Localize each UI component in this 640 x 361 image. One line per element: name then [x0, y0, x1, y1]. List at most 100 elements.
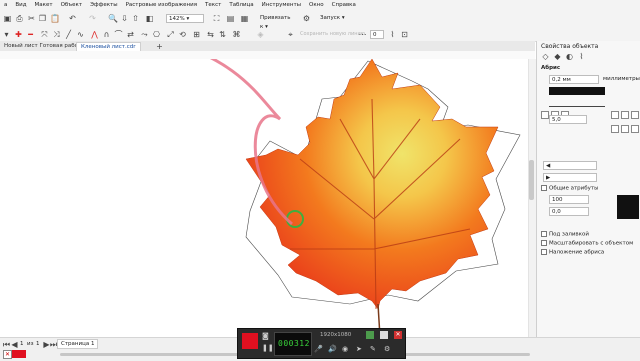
curve-smoothness-stepper[interactable]: 0	[370, 30, 384, 39]
rulers-icon[interactable]: ▤	[226, 14, 235, 23]
common-attrs-row[interactable]: Общие атрибуты	[541, 185, 598, 192]
menu-effects[interactable]: Эффекты	[86, 2, 122, 8]
position-outside-icon[interactable]	[611, 125, 619, 133]
stretch-nodes-icon[interactable]: ⤢	[166, 30, 175, 39]
copy-icon[interactable]: ❐	[38, 14, 47, 23]
search-icon[interactable]: 🔍	[108, 14, 118, 23]
window-region-icon[interactable]	[380, 331, 388, 339]
menu-view[interactable]: Вид	[11, 2, 30, 8]
menu-bitmaps[interactable]: Растровые изображения	[122, 2, 201, 8]
snap-to-dropdown[interactable]: Привязать к ▾	[258, 14, 296, 30]
reduce-nodes-icon[interactable]: ⋯	[358, 30, 367, 39]
settings-icon[interactable]: ⚙	[384, 345, 390, 353]
close-recorder-icon[interactable]: ✕	[394, 331, 402, 339]
start-arrow-dropdown[interactable]: ◀	[543, 161, 597, 170]
smoothing-icon[interactable]: ⌇	[388, 30, 397, 39]
extend-curve-icon[interactable]: ⤳	[140, 30, 149, 39]
end-arrow-dropdown[interactable]: ▶	[543, 173, 597, 182]
line-style-picker[interactable]	[549, 99, 605, 107]
menu-object[interactable]: Объект	[57, 2, 87, 8]
align-nodes-icon[interactable]: ⊞	[192, 30, 201, 39]
behind-fill-row[interactable]: Под заливкой	[541, 231, 589, 238]
outline-color-picker[interactable]	[549, 87, 605, 95]
add-node-icon[interactable]: ✚	[14, 30, 23, 39]
wrap-icon[interactable]: ⊡	[400, 30, 409, 39]
behind-fill-checkbox[interactable]	[541, 231, 547, 237]
elastic-mode-icon[interactable]: ⌘	[232, 30, 241, 39]
grid-icon[interactable]: ▦	[240, 14, 249, 23]
page-tab[interactable]: Страница 1	[57, 339, 99, 349]
cut-icon[interactable]: ✂	[27, 14, 36, 23]
fill-tab-icon[interactable]: ◆	[553, 52, 562, 61]
corner-miter-icon[interactable]	[541, 111, 549, 119]
symmetric-node-icon[interactable]: ⌒	[114, 30, 123, 39]
outline-width-field[interactable]: 0,2 мм	[549, 75, 599, 84]
export-icon[interactable]: ⇧	[131, 14, 140, 23]
menu-text[interactable]: Текст	[201, 2, 225, 8]
to-curve-icon[interactable]: ∿	[76, 30, 85, 39]
cap-flat-icon[interactable]	[631, 111, 639, 119]
no-color-swatch[interactable]: ✕	[3, 350, 12, 359]
menu-table[interactable]: Таблица	[225, 2, 257, 8]
undo-icon[interactable]: ↶	[68, 14, 77, 23]
scale-with-object-checkbox[interactable]	[541, 240, 547, 246]
position-center-icon[interactable]	[621, 125, 629, 133]
pause-icon[interactable]: ❚❚	[262, 344, 274, 352]
menu-window[interactable]: Окно	[305, 2, 328, 8]
mic-icon[interactable]: 🎤	[314, 345, 323, 353]
camera-icon[interactable]: ◙	[262, 332, 269, 340]
draw-icon[interactable]: ✎	[370, 345, 376, 353]
prev-page-icon[interactable]: ◀	[10, 340, 19, 349]
print-icon[interactable]: ⎙	[15, 14, 24, 23]
cursor-icon[interactable]: ➤	[356, 345, 362, 353]
save-icon[interactable]: ▣	[3, 14, 12, 23]
node-position-icon[interactable]: ⌖	[286, 30, 295, 39]
scale-with-object-row[interactable]: Масштабировать с объектом	[541, 240, 633, 247]
outline-tab-icon[interactable]: ◇	[541, 52, 550, 61]
record-button[interactable]	[242, 333, 258, 349]
fullscreen-region-icon[interactable]	[366, 331, 374, 339]
scale-field[interactable]: 100	[549, 195, 589, 204]
select-all-nodes-icon[interactable]: ◈	[256, 30, 265, 39]
smooth-node-icon[interactable]: ∩	[102, 30, 111, 39]
drawing-canvas[interactable]	[0, 37, 528, 338]
cap-square-icon[interactable]	[611, 111, 619, 119]
menu-layout[interactable]: Макет	[31, 2, 57, 8]
paste-icon[interactable]: 📋	[50, 14, 60, 23]
join-nodes-icon[interactable]: ⤧	[40, 30, 49, 39]
to-line-icon[interactable]: ╱	[64, 30, 73, 39]
redo-icon[interactable]: ↷	[88, 14, 97, 23]
miter-limit-field[interactable]: 5,0	[549, 115, 587, 124]
launch-dropdown[interactable]: Запуск ▾	[318, 14, 362, 23]
rotate-nodes-icon[interactable]: ⟲	[178, 30, 187, 39]
reflect-vertical-icon[interactable]: ⇅	[218, 30, 227, 39]
transparency-tab-icon[interactable]: ◐	[565, 52, 574, 61]
node-type-icon[interactable]: ▾	[2, 30, 11, 39]
units-dropdown[interactable]: миллиметры	[601, 75, 640, 84]
reverse-direction-icon[interactable]: ⇄	[126, 30, 135, 39]
add-tab-icon[interactable]: +	[155, 42, 164, 51]
delete-node-icon[interactable]: ━	[26, 30, 35, 39]
curve-tab-icon[interactable]: ⌇	[577, 52, 586, 61]
cusp-node-icon[interactable]: ⋀	[90, 30, 99, 39]
menu-tools[interactable]: Инструменты	[258, 2, 305, 8]
break-curve-icon[interactable]: ⤨	[52, 30, 61, 39]
scrollbar-thumb[interactable]	[529, 160, 534, 200]
gear-icon[interactable]: ⚙	[302, 14, 311, 23]
extract-subpath-icon[interactable]: ⎔	[152, 30, 161, 39]
menu-help[interactable]: Справка	[328, 2, 360, 8]
common-attrs-checkbox[interactable]	[541, 185, 547, 191]
overprint-row[interactable]: Наложение абриса	[541, 249, 604, 256]
reflect-horizontal-icon[interactable]: ⇆	[206, 30, 215, 39]
webcam-icon[interactable]: ◉	[342, 345, 348, 353]
angle-field[interactable]: 0,0	[549, 207, 589, 216]
fullscreen-icon[interactable]: ⛶	[212, 14, 221, 23]
overprint-checkbox[interactable]	[541, 249, 547, 255]
menu-file-partial[interactable]: а	[0, 2, 11, 8]
publish-pdf-icon[interactable]: ◧	[145, 14, 154, 23]
red-swatch[interactable]	[12, 350, 26, 358]
position-inside-icon[interactable]	[631, 125, 639, 133]
cap-round-icon[interactable]	[621, 111, 629, 119]
import-icon[interactable]: ⇩	[120, 14, 129, 23]
zoom-field[interactable]: 142% ▾	[166, 14, 204, 23]
